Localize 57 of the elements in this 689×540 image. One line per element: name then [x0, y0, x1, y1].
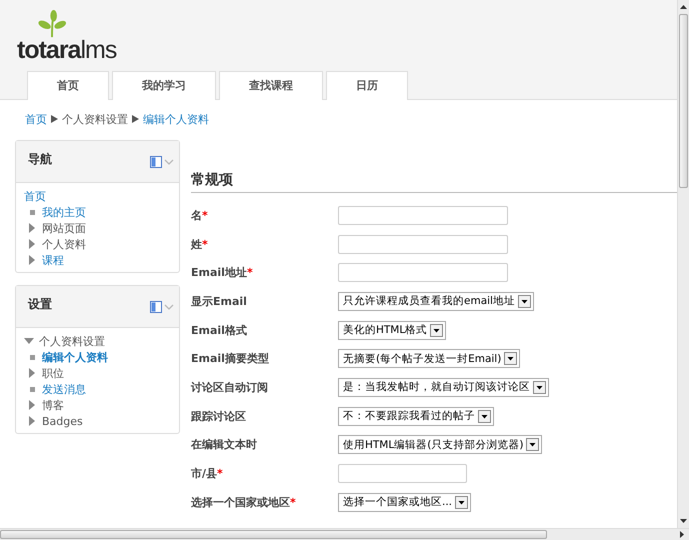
logo-wordmark: totaralms	[17, 38, 118, 62]
section-heading: 常规项	[191, 172, 677, 193]
field-label: 名*	[191, 208, 208, 223]
chevron-down-icon	[164, 303, 174, 311]
tree-link[interactable]: 发送消息	[42, 382, 86, 396]
text-input[interactable]	[338, 263, 508, 282]
field-label: 跟踪讨论区	[191, 408, 246, 424]
breadcrumb-item: 个人资料设置	[62, 112, 128, 126]
field-label: Email格式	[191, 322, 247, 338]
bullet-icon	[27, 352, 37, 362]
separator-icon	[51, 115, 58, 123]
bullet-icon	[27, 384, 37, 394]
select-dropdown[interactable]: 使用HTML编辑器(只支持部分浏览器)	[338, 435, 542, 454]
field-label: 市/县*	[191, 466, 223, 482]
tree-item[interactable]: 个人资料	[42, 236, 86, 252]
tree-item[interactable]: 博客	[42, 398, 64, 412]
horizontal-scrollbar[interactable]	[0, 528, 689, 540]
nav-tab[interactable]: 首页	[27, 71, 109, 100]
select-dropdown[interactable]: 是：当我发帖时，就自动订阅该讨论区	[338, 378, 549, 397]
select-dropdown[interactable]: 美化的HTML格式	[338, 320, 446, 340]
separator-icon	[132, 115, 139, 123]
scrollbar-thumb[interactable]	[679, 14, 688, 188]
tree-link[interactable]: 首页	[24, 188, 46, 204]
vertical-scrollbar[interactable]	[677, 0, 689, 528]
scrollbar-thumb[interactable]	[0, 530, 547, 539]
field-label: 在编辑文本时	[191, 437, 257, 452]
nav-tab[interactable]: 我的学习	[112, 71, 216, 100]
block-title: 设置	[28, 296, 53, 313]
breadcrumb-link[interactable]: 编辑个人资料	[143, 112, 209, 126]
tree-item[interactable]: Badges	[42, 414, 83, 428]
select-dropdown[interactable]: 选择一个国家或地区...	[338, 492, 472, 512]
select-dropdown[interactable]: 无摘要(每个帖子发送一封Email)	[338, 349, 520, 368]
bullet-icon	[27, 207, 37, 217]
tree-item[interactable]: 职位	[42, 366, 64, 380]
tree-link[interactable]: 课程	[42, 252, 64, 268]
field-label: Email摘要类型	[191, 351, 269, 366]
field-label: 显示Email	[191, 294, 247, 309]
chevron-down-icon	[164, 158, 174, 166]
block-title: 导航	[28, 151, 53, 168]
select-dropdown[interactable]: 只允许课程成员查看我的email地址	[338, 292, 534, 311]
tree-link[interactable]: 编辑个人资料	[42, 350, 108, 364]
text-input[interactable]	[338, 206, 508, 225]
dock-icon	[150, 156, 162, 168]
breadcrumb-link[interactable]: 首页	[25, 112, 47, 126]
field-label: 姓*	[191, 236, 208, 252]
text-input[interactable]	[338, 464, 467, 484]
field-label: 讨论区自动订阅	[191, 380, 268, 395]
nav-tab[interactable]: 日历	[326, 71, 408, 100]
select-dropdown[interactable]: 不：不要跟踪我看过的帖子	[338, 406, 494, 426]
nav-tab[interactable]: 查找课程	[219, 71, 323, 100]
tree-item[interactable]: 网站页面	[42, 220, 86, 236]
tree-item[interactable]: 个人资料设置	[39, 334, 105, 348]
tree-link[interactable]: 我的主页	[42, 204, 86, 220]
field-label: 选择一个国家或地区*	[191, 494, 296, 510]
text-input[interactable]	[338, 234, 508, 254]
field-label: Email地址*	[191, 265, 253, 280]
dock-icon	[150, 301, 162, 313]
